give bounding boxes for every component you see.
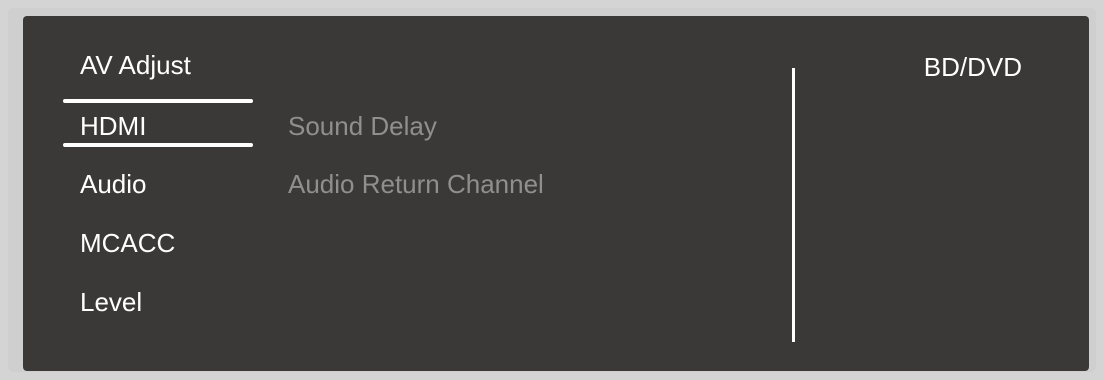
selection-line-bottom [63, 143, 253, 147]
selection-line-top [63, 99, 253, 103]
panel-title: AV Adjust [80, 50, 191, 80]
submenu-item-audio-return-channel[interactable]: Audio Return Channel [288, 168, 544, 200]
menu-item-audio[interactable]: Audio [80, 168, 147, 200]
menu-item-level[interactable]: Level [80, 286, 142, 318]
menu-item-hdmi[interactable]: HDMI [80, 110, 146, 142]
av-adjust-panel: AV Adjust HDMI Audio MCACC Level Sound D… [23, 16, 1089, 371]
submenu-item-sound-delay[interactable]: Sound Delay [288, 110, 437, 142]
input-source-label: BD/DVD [923, 52, 1022, 82]
menu-item-mcacc[interactable]: MCACC [80, 227, 175, 259]
vertical-divider [792, 68, 795, 342]
